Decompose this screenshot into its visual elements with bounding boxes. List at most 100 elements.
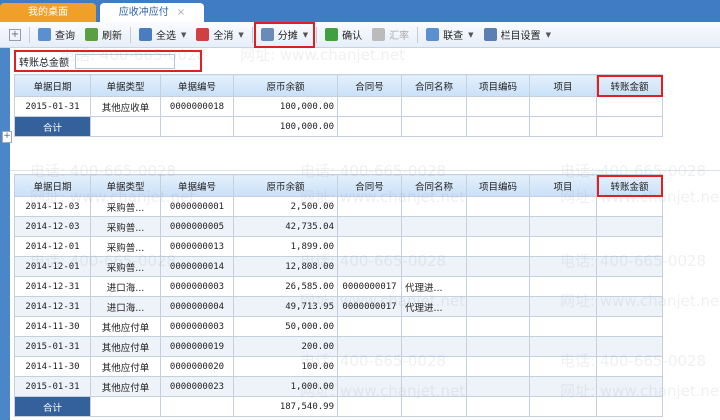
table-cell <box>337 256 402 277</box>
column-header[interactable]: 项目 <box>529 174 597 197</box>
table-cell: 2015-01-31 <box>14 336 91 357</box>
divider <box>251 26 253 43</box>
button-label: 刷新 <box>102 31 122 42</box>
column-header[interactable]: 项目编码 <box>466 74 530 97</box>
chevron-down-icon[interactable]: ▼ <box>238 31 243 39</box>
chevron-down-icon[interactable]: ▼ <box>303 31 308 39</box>
table-row[interactable]: 2015-01-31 其他应付单 0000000023 1,000.00 <box>14 376 663 397</box>
table-cell <box>466 236 530 257</box>
table-cell <box>466 376 530 397</box>
table-cell[interactable] <box>596 336 663 357</box>
exchange-rate-button[interactable]: 汇率 <box>367 24 414 46</box>
table-cell[interactable] <box>596 196 663 217</box>
column-settings-button[interactable]: 栏目设置 ▼ <box>479 24 556 46</box>
table-cell: 进口海... <box>90 276 161 297</box>
table-row[interactable]: 2014-11-30 其他应付单 0000000003 50,000.00 <box>14 316 663 337</box>
column-header[interactable]: 转账金额 <box>596 74 663 97</box>
tab-bar: 我的桌面 应收冲应付 × <box>0 0 720 22</box>
table-cell: 0000000003 <box>160 276 234 297</box>
header-row: 单据日期 单据类型 单据编号 原币余额 合同号 合同名称 项目编码 项目 转账金额 <box>14 174 663 197</box>
table-cell <box>466 336 530 357</box>
table-cell <box>160 116 234 137</box>
table-row[interactable]: 2014-12-31 进口海... 0000000003 26,585.00 00000… <box>14 276 663 297</box>
column-header[interactable]: 单据类型 <box>90 74 161 97</box>
linked-query-button[interactable]: 联查 ▼ <box>421 24 478 46</box>
table-cell <box>90 396 161 417</box>
table-row[interactable]: 2014-12-31 进口海... 0000000004 49,713.95 00000… <box>14 296 663 317</box>
transfer-total-field: 转账总金额 <box>14 50 202 72</box>
total-amount: 100,000.00 <box>233 116 338 137</box>
table-row[interactable]: 2015-01-31 其他应收单 0000000018 100,000.00 <box>14 96 663 117</box>
column-header[interactable]: 合同号 <box>337 74 402 97</box>
table-cell[interactable] <box>596 376 663 397</box>
column-header[interactable]: 单据编号 <box>160 74 234 97</box>
chevron-down-icon[interactable]: ▼ <box>546 31 551 39</box>
column-header[interactable]: 项目编码 <box>466 174 530 197</box>
total-label: 合计 <box>14 396 91 417</box>
table-row[interactable]: 2014-11-30 其他应付单 0000000020 100.00 <box>14 356 663 377</box>
table-row[interactable]: 2014-12-01 采购普... 0000000013 1,899.00 <box>14 236 663 257</box>
table-cell[interactable] <box>596 316 663 337</box>
linked-query-icon <box>426 28 440 41</box>
table-cell[interactable] <box>596 236 663 257</box>
column-header[interactable]: 原币余额 <box>233 174 338 197</box>
select-all-icon <box>139 28 152 41</box>
deselect-all-button[interactable]: 全消 ▼ <box>191 24 248 46</box>
table-cell <box>466 256 530 277</box>
table-cell[interactable] <box>596 276 663 297</box>
column-header[interactable]: 单据日期 <box>14 74 91 97</box>
button-label: 查询 <box>55 31 75 42</box>
table-row[interactable]: 2015-01-31 其他应付单 0000000019 200.00 <box>14 336 663 357</box>
column-header[interactable]: 原币余额 <box>233 74 338 97</box>
table-cell[interactable] <box>596 356 663 377</box>
close-icon[interactable]: × <box>177 7 185 18</box>
table-cell: 100.00 <box>233 356 338 377</box>
table-row[interactable]: 2014-12-03 采购普... 0000000005 42,735.04 <box>14 216 663 237</box>
table-cell[interactable] <box>596 256 663 277</box>
table-cell <box>401 216 467 237</box>
column-header[interactable]: 单据编号 <box>160 174 234 197</box>
column-header[interactable]: 单据类型 <box>90 174 161 197</box>
add-button[interactable]: + <box>4 24 26 46</box>
column-header[interactable]: 项目 <box>529 74 597 97</box>
confirm-button[interactable]: 确认 <box>320 24 367 46</box>
toolbar: + 查询 刷新 全选 ▼ 全消 ▼ 分摊 ▼ 确认 汇率 联查 ▼ 栏目设置 ▼ <box>0 21 720 48</box>
table-cell: 2015-01-31 <box>14 96 91 117</box>
table-cell: 2014-11-30 <box>14 316 91 337</box>
tab-my-desktop[interactable]: 我的桌面 <box>0 3 96 22</box>
column-header[interactable]: 合同号 <box>337 174 402 197</box>
table-cell: 0000000023 <box>160 376 234 397</box>
refresh-icon <box>85 28 98 41</box>
table-cell <box>401 316 467 337</box>
table-cell <box>529 296 597 317</box>
allocate-button[interactable]: 分摊 ▼ <box>253 21 316 48</box>
table-cell[interactable] <box>596 216 663 237</box>
table-cell <box>337 396 402 417</box>
table-cell: 0000000019 <box>160 336 234 357</box>
table-cell <box>466 316 530 337</box>
expand-button[interactable]: + <box>2 131 12 143</box>
column-header[interactable]: 单据日期 <box>14 174 91 197</box>
table-cell <box>160 396 234 417</box>
column-header[interactable]: 合同名称 <box>401 174 467 197</box>
table-cell[interactable] <box>596 96 663 117</box>
table-row[interactable]: 2014-12-03 采购普... 0000000001 2,500.00 <box>14 196 663 217</box>
table-cell <box>337 96 402 117</box>
select-all-button[interactable]: 全选 ▼ <box>134 24 191 46</box>
tab-receivable-offset-payable[interactable]: 应收冲应付 × <box>100 3 204 22</box>
refresh-button[interactable]: 刷新 <box>80 24 127 46</box>
table-cell: 0000000004 <box>160 296 234 317</box>
table-cell <box>90 116 161 137</box>
table-cell <box>337 216 402 237</box>
column-settings-icon <box>483 28 497 41</box>
table-row[interactable]: 2014-12-01 采购普... 0000000014 12,808.00 <box>14 256 663 277</box>
table-cell[interactable] <box>596 296 663 317</box>
table-cell: 200.00 <box>233 336 338 357</box>
search-button[interactable]: 查询 <box>33 24 80 46</box>
table-cell: 2014-12-01 <box>14 236 91 257</box>
column-header[interactable]: 转账金额 <box>596 174 663 197</box>
transfer-total-input[interactable] <box>75 53 175 69</box>
chevron-down-icon[interactable]: ▼ <box>468 31 473 39</box>
column-header[interactable]: 合同名称 <box>401 74 467 97</box>
chevron-down-icon[interactable]: ▼ <box>181 31 186 39</box>
